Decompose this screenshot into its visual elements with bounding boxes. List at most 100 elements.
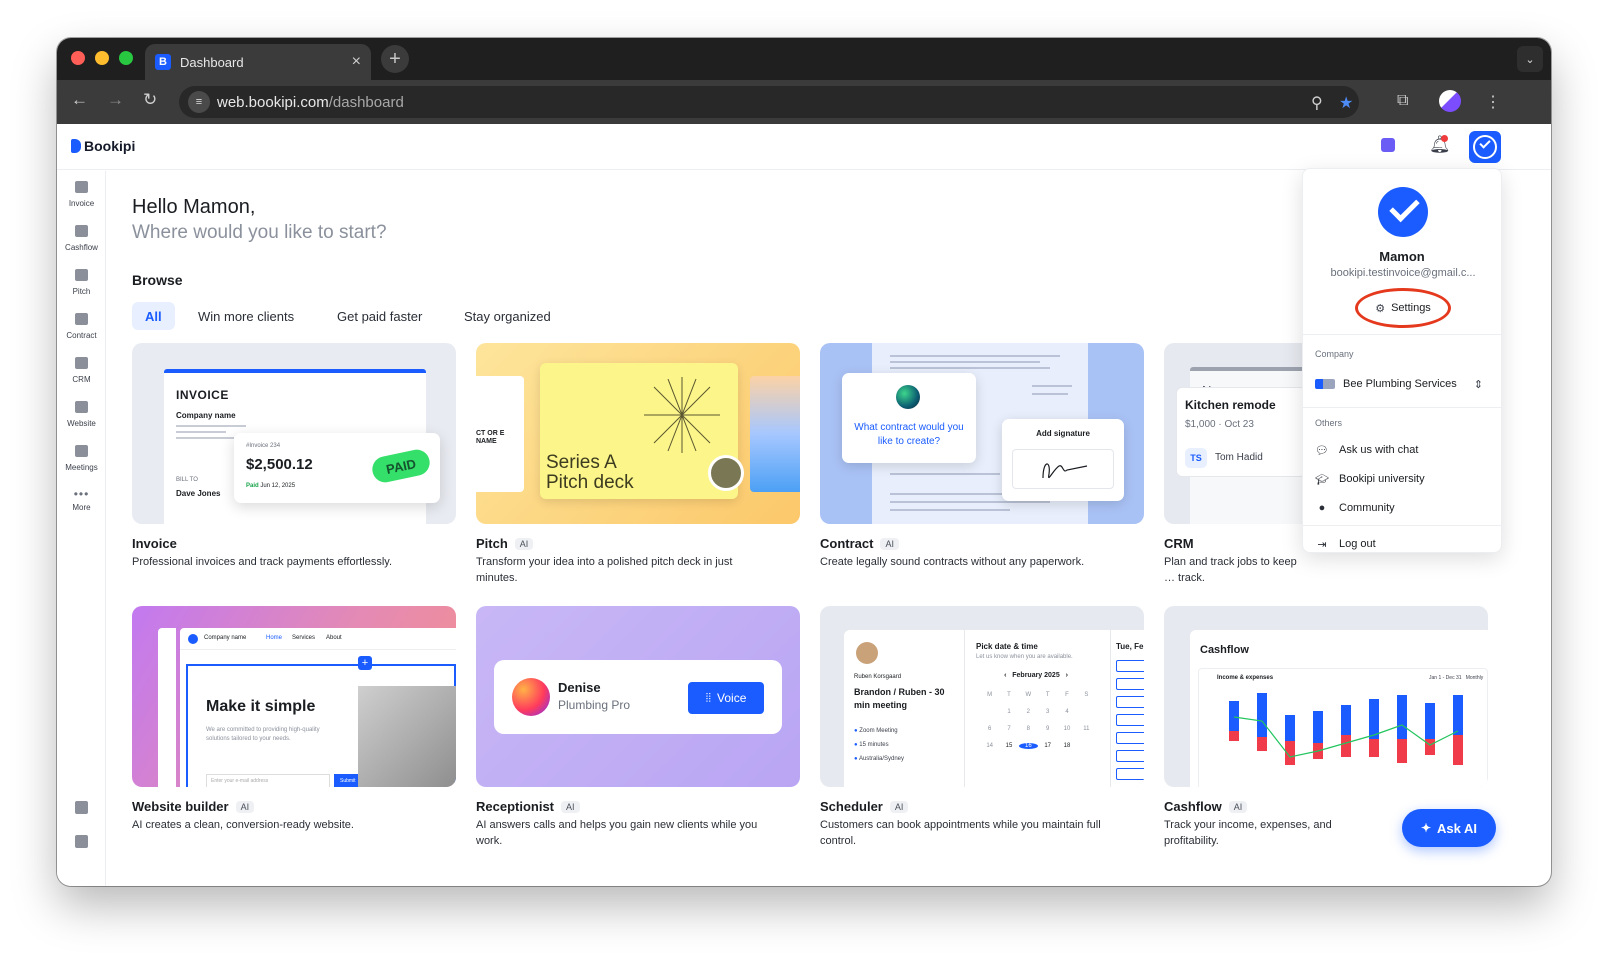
site-info-icon[interactable]: ≡ xyxy=(188,91,210,113)
cashflow-icon xyxy=(75,225,88,237)
analytics-icon[interactable] xyxy=(75,801,88,814)
card-title-cashflow[interactable]: Cashflow AI xyxy=(1164,799,1248,814)
time-slot xyxy=(1116,678,1144,690)
sidebar-item-cashflow[interactable]: Cashflow xyxy=(57,225,106,252)
paid-stamp: PAID xyxy=(369,447,433,485)
ai-badge: AI xyxy=(880,537,899,550)
tab-title: Dashboard xyxy=(180,54,244,70)
browser-toolbar: ← → ↻ ≡ web.bookipi.com/dashboard ⚲ ★ ⧉ … xyxy=(57,80,1551,124)
invoice-card-thumbnail[interactable]: INVOICE Company name BILL TO Dave Jones … xyxy=(132,343,456,524)
chevron-updown-icon: ⇕ xyxy=(1473,378,1483,391)
filter-tab-get-paid-faster[interactable]: Get paid faster xyxy=(324,302,435,330)
menu-item-label: Ask us with chat xyxy=(1339,444,1419,456)
address-bar[interactable]: ≡ web.bookipi.com/dashboard ⚲ ★ xyxy=(179,86,1359,118)
storage-icon[interactable] xyxy=(75,835,88,848)
card-title-invoice[interactable]: Invoice xyxy=(132,536,177,551)
bookmark-star-icon[interactable]: ★ xyxy=(1339,93,1353,113)
others-section-label: Others xyxy=(1315,418,1343,428)
card-title-contract[interactable]: Contract AI xyxy=(820,536,899,551)
pitch-icon xyxy=(75,269,88,281)
card-title-receptionist[interactable]: Receptionist AI xyxy=(476,799,580,814)
receptionist-card-thumbnail[interactable]: Denise Plumbing Pro ⦙⦙ Voice xyxy=(476,606,800,787)
browser-menu-icon[interactable]: ⋮ xyxy=(1485,92,1501,112)
company-switcher[interactable]: Bee Plumbing Services ⇕ xyxy=(1315,373,1495,395)
crm-job-meta: $1,000 · Oct 23 xyxy=(1185,419,1254,430)
ai-badge: AI xyxy=(1228,800,1248,813)
sidebar-item-label: Meetings xyxy=(65,463,98,472)
ask-ai-button[interactable]: ✦ Ask AI xyxy=(1402,809,1496,847)
menu-item-label: Bookipi university xyxy=(1339,473,1425,485)
scheduler-meeting: Brandon / Ruben - 30 min meeting xyxy=(854,687,945,710)
sidebar-item-label: Pitch xyxy=(72,287,91,296)
ai-orb-icon xyxy=(896,385,920,409)
scheduler-card-thumbnail[interactable]: Ruben Korsgaard Brandon / Ruben - 30 min… xyxy=(820,606,1144,787)
pitch-deck-title: Series A Pitch deck xyxy=(546,452,634,493)
time-slot xyxy=(1116,696,1144,708)
scheduler-pick-subtitle: Let us know when you are available. xyxy=(976,654,1073,660)
contract-ai-prompt: What contract would you like to create? xyxy=(842,373,976,463)
filter-tab-win-more-clients[interactable]: Win more clients xyxy=(185,302,307,330)
forward-arrow-icon[interactable]: → xyxy=(107,90,124,110)
website-hero: Make it simple We are committed to provi… xyxy=(186,664,456,787)
contract-question: What contract would you like to create? xyxy=(854,422,964,447)
sidebar-item-website[interactable]: Website xyxy=(57,401,106,428)
logout-icon: ⇥ xyxy=(1317,538,1327,551)
cashflow-card-thumbnail[interactable]: Cashflow Income & expenses Jan 1 - Dec 3… xyxy=(1164,606,1488,787)
card-desc-crm: Plan and track jobs to keep … track. xyxy=(1164,556,1297,584)
pitch-card-thumbnail[interactable]: CT OR E NAME Series A Pitch deck xyxy=(476,343,800,524)
back-arrow-icon[interactable]: ← xyxy=(71,90,88,110)
menu-item-ask-chat[interactable]: 💬︎ Ask us with chat xyxy=(1315,439,1495,461)
sidebar-item-invoice[interactable]: Invoice xyxy=(57,181,106,208)
logout-button[interactable]: ⇥ Log out xyxy=(1315,533,1495,555)
close-tab-icon[interactable]: × xyxy=(352,53,361,71)
website-email-field: Enter your e-mail address xyxy=(206,774,330,787)
website-nav: Company name Home Services About xyxy=(180,628,456,650)
card-title-website-builder[interactable]: Website builder AI xyxy=(132,799,255,814)
new-tab-button[interactable]: + xyxy=(381,45,409,73)
sidebar-item-more[interactable]: ••• More xyxy=(57,487,106,512)
card-desc-scheduler: Customers can book appointments while yo… xyxy=(820,819,1101,847)
scheduler-duration: ● 15 minutes xyxy=(854,742,889,748)
more-icon: ••• xyxy=(73,487,90,501)
website-nav-services: Services xyxy=(292,635,316,641)
invoice-amount-popup: #Invoice 234 $2,500.12 Paid Jun 12, 2025… xyxy=(234,433,440,503)
filter-tab-all[interactable]: All xyxy=(132,302,175,330)
browser-profile-icon[interactable] xyxy=(1439,90,1461,112)
settings-button[interactable]: ⚙ Settings xyxy=(1355,288,1451,328)
menu-item-bookipi-university[interactable]: 🎓︎ Bookipi university xyxy=(1315,468,1495,490)
invoice-heading: INVOICE xyxy=(176,388,229,402)
filter-tab-stay-organized[interactable]: Stay organized xyxy=(451,302,564,330)
menu-item-community[interactable]: ● Community xyxy=(1315,497,1495,519)
card-title-pitch[interactable]: Pitch AI xyxy=(476,536,534,551)
sidebar-item-pitch[interactable]: Pitch xyxy=(57,269,106,296)
sidebar-item-crm[interactable]: CRM xyxy=(57,357,106,384)
add-signature-panel: Add signature xyxy=(1002,419,1124,501)
tab-search-chevron-icon[interactable]: ⌄ xyxy=(1517,46,1543,72)
sidebar-item-label: CRM xyxy=(72,375,91,384)
minimize-window-button[interactable] xyxy=(95,51,109,65)
sidebar-item-contract[interactable]: Contract xyxy=(57,313,106,340)
bookipi-logo[interactable]: Bookipi xyxy=(71,138,135,154)
sidebar-item-meetings[interactable]: Meetings xyxy=(57,445,106,472)
reload-icon[interactable]: ↻ xyxy=(143,90,157,110)
invoice-bill-to: BILL TO xyxy=(176,477,198,483)
zoom-icon[interactable]: ⚲ xyxy=(1311,93,1323,113)
card-title-crm[interactable]: CRM xyxy=(1164,536,1194,551)
browser-tab[interactable]: B Dashboard × xyxy=(145,44,371,80)
website-builder-card-thumbnail[interactable]: Company name Home Services About Make it… xyxy=(132,606,456,787)
time-slot xyxy=(1116,714,1144,726)
card-title-scheduler[interactable]: Scheduler AI xyxy=(820,799,909,814)
gear-icon: ⚙ xyxy=(1375,302,1386,315)
profile-avatar-button[interactable] xyxy=(1469,131,1501,163)
contract-icon xyxy=(75,313,88,325)
menu-item-label: Community xyxy=(1339,502,1395,514)
close-window-button[interactable] xyxy=(71,51,85,65)
website-hero-subtitle: We are committed to providing high-quali… xyxy=(206,727,320,742)
gift-icon[interactable] xyxy=(1381,138,1395,152)
invoice-paid-date: Paid Jun 12, 2025 xyxy=(246,483,296,489)
signature-scribble xyxy=(1042,463,1088,479)
maximize-window-button[interactable] xyxy=(119,51,133,65)
avatar-icon xyxy=(1473,135,1497,159)
contract-card-thumbnail[interactable]: What contract would you like to create? … xyxy=(820,343,1144,524)
extensions-icon[interactable]: ⧉ xyxy=(1397,92,1408,110)
